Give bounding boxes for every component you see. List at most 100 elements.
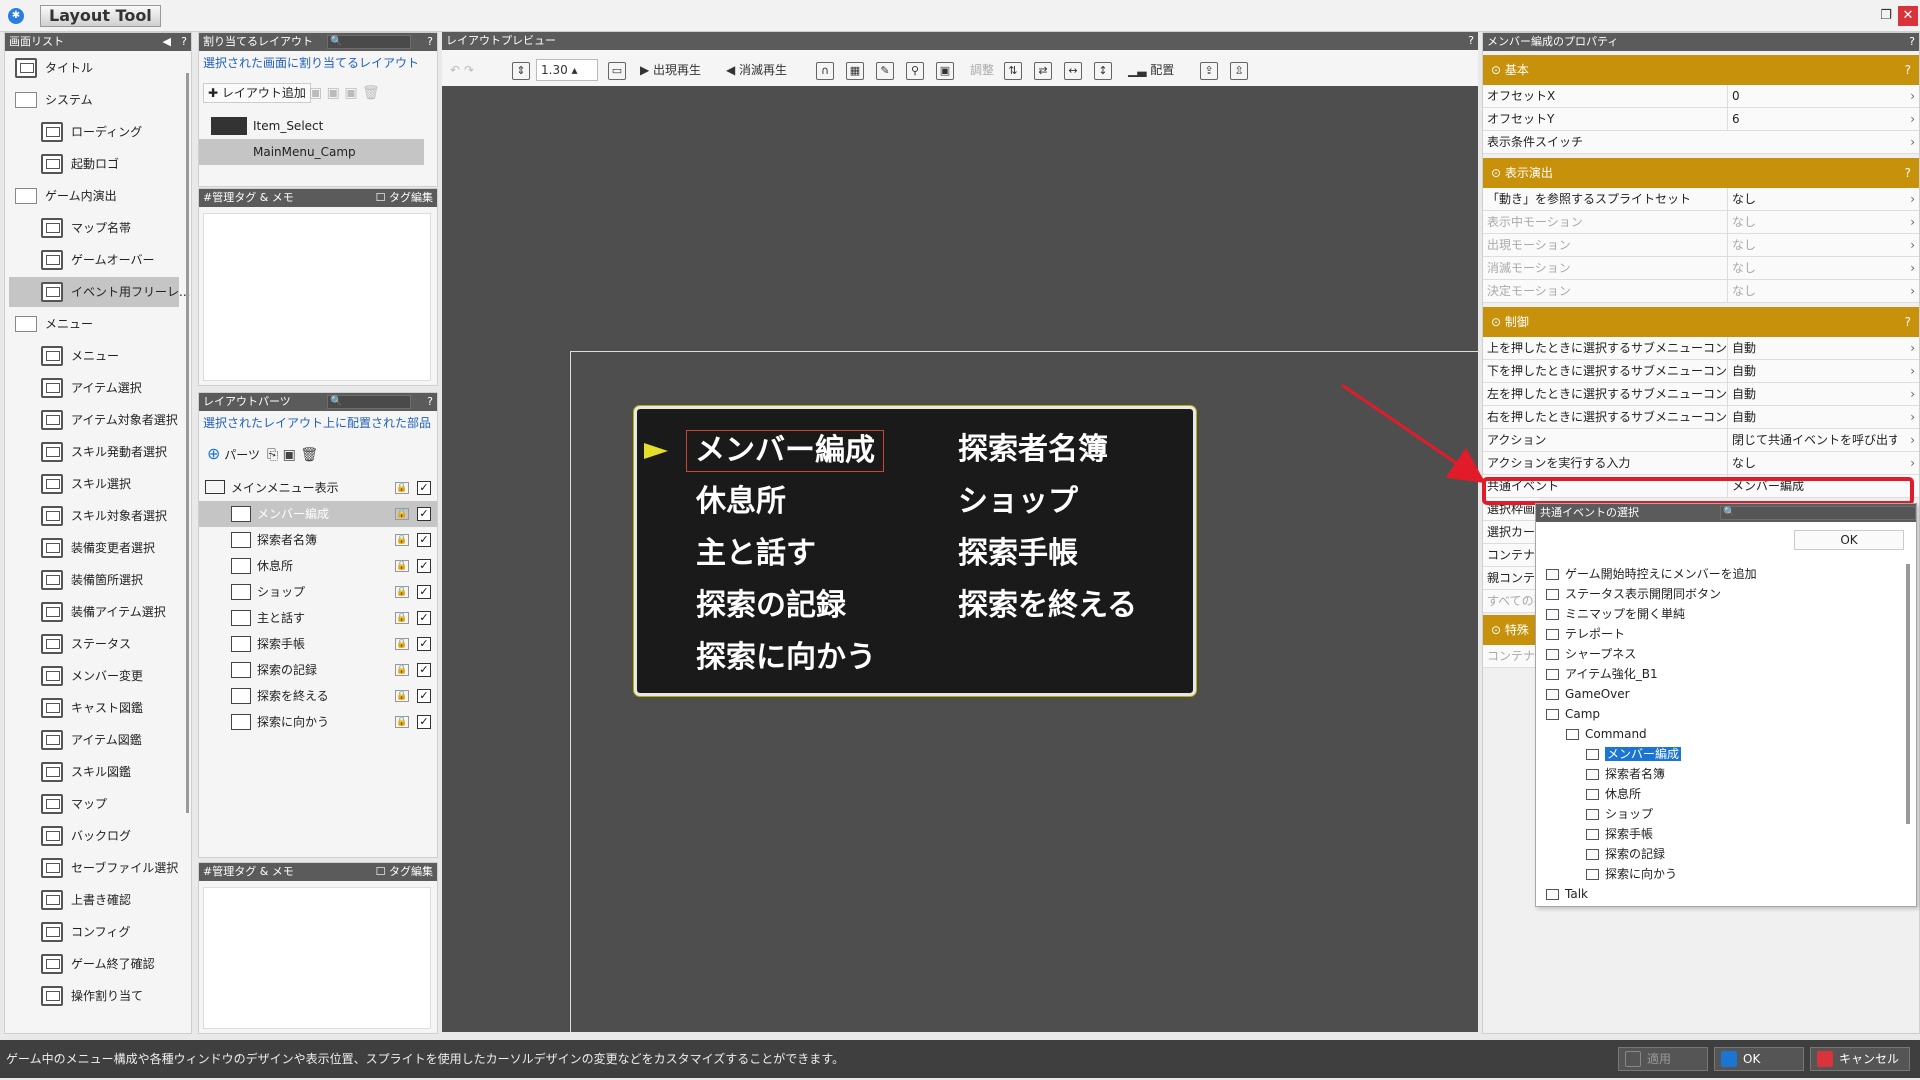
add-parts-button[interactable]: ⊕ パーツ xyxy=(203,445,264,465)
event-tree-item[interactable]: Camp xyxy=(1546,704,1600,724)
screen-list-item[interactable]: ゲーム内演出 xyxy=(9,181,179,211)
place-button[interactable]: ▁▃ 配置 xyxy=(1128,58,1174,82)
export-icon[interactable]: ⇫ xyxy=(1230,58,1248,82)
screen-list-item[interactable]: 装備箇所選択 xyxy=(9,565,179,595)
play-disappear-button[interactable]: ◀ 消滅再生 xyxy=(726,58,787,82)
parts-root-item[interactable]: メインメニュー表示 🔒 ✓ xyxy=(199,475,437,501)
screen-list-help-icon[interactable]: ? xyxy=(181,33,187,51)
preview-help-icon[interactable]: ? xyxy=(1468,32,1474,50)
screen-list-item[interactable]: アイテム図鑑 xyxy=(9,725,179,755)
parts-item[interactable]: 休息所 🔒 ✓ xyxy=(199,553,437,579)
event-tree-item[interactable]: 探索者名簿 xyxy=(1586,764,1665,784)
event-tree-item[interactable]: メンバー編成 xyxy=(1586,744,1682,764)
edit-arrow-icon[interactable]: › xyxy=(1910,280,1915,302)
menu-item-left[interactable]: 探索に向かう xyxy=(696,638,876,678)
event-tree-item[interactable]: アイテム強化_B1 xyxy=(1546,664,1658,684)
frame-icon[interactable]: ▣ xyxy=(936,58,954,82)
layout-parts-search-input[interactable]: 🔍 xyxy=(327,395,411,409)
edit-arrow-icon[interactable]: › xyxy=(1910,108,1915,130)
tag-edit-toggle-1[interactable]: ☐ タグ編集 xyxy=(376,189,433,207)
screen-list-item[interactable]: ローディング xyxy=(9,117,179,147)
parts-item[interactable]: 探索を終える 🔒 ✓ xyxy=(199,683,437,709)
screen-list-item[interactable]: 上書き確認 xyxy=(9,885,179,915)
screen-list-item[interactable]: システム xyxy=(9,85,179,115)
event-tree-item[interactable]: ショップ xyxy=(1586,804,1653,824)
layout-parts-help-icon[interactable]: ? xyxy=(427,393,433,411)
edit-arrow-icon[interactable]: › xyxy=(1910,211,1915,233)
import-icon[interactable]: ⇪ xyxy=(1200,58,1218,82)
play-appear-button[interactable]: ▶ 出現再生 xyxy=(640,58,701,82)
edit-arrow-icon[interactable]: › xyxy=(1910,257,1915,279)
event-tree-item[interactable]: ミニマップを開く単純 xyxy=(1546,604,1685,624)
property-row[interactable]: 「動き」を参照するスプライトセット なし › xyxy=(1483,188,1919,211)
add-layout-button[interactable]: ✚ レイアウト追加 xyxy=(203,83,311,103)
property-value[interactable]: 自動 xyxy=(1727,383,1897,405)
screen-list-item[interactable]: メニュー xyxy=(9,341,179,371)
event-tree-item[interactable]: シャープネス xyxy=(1546,644,1636,664)
fit-zoom-icon[interactable]: ⇕ xyxy=(512,58,530,82)
lock-icon[interactable]: 🔒 xyxy=(395,664,409,676)
undo-icon[interactable]: ↶ ↷ xyxy=(450,58,474,82)
property-value[interactable]: なし xyxy=(1727,211,1897,233)
menu-item-right[interactable]: ショップ xyxy=(958,482,1078,522)
screen-list-item[interactable]: マップ名帯 xyxy=(9,213,179,243)
properties-help-icon[interactable]: ? xyxy=(1909,33,1915,51)
screen-list-item[interactable]: 装備変更者選択 xyxy=(9,533,179,563)
property-value[interactable]: 自動 xyxy=(1727,406,1897,428)
screen-list-item[interactable]: ゲームオーバー xyxy=(9,245,179,275)
screen-list-item[interactable]: キャスト図鑑 xyxy=(9,693,179,723)
event-tree-item[interactable]: 探索手帳 xyxy=(1586,824,1653,844)
zoom-input[interactable]: 1.30 ▴ xyxy=(536,59,598,81)
screen-list-item[interactable]: メニュー xyxy=(9,309,179,339)
lock-icon[interactable]: 🔒 xyxy=(395,638,409,650)
menu-item-right[interactable]: 探索者名簿 xyxy=(958,430,1108,470)
tag-memo-textarea-1[interactable] xyxy=(203,213,431,381)
section-basic-help-icon[interactable]: ? xyxy=(1905,55,1911,85)
property-value[interactable]: なし xyxy=(1727,234,1897,256)
edit-arrow-icon[interactable]: › xyxy=(1910,188,1915,210)
property-row-obscured[interactable]: すべての要 xyxy=(1483,590,1546,613)
event-tree-item[interactable]: 休息所 xyxy=(1586,784,1641,804)
cancel-button[interactable]: キャンセル xyxy=(1810,1047,1910,1071)
screen-list-item[interactable]: スキル選択 xyxy=(9,469,179,499)
display-icon[interactable]: ▭ xyxy=(608,58,626,82)
popup-scrollbar[interactable] xyxy=(1906,564,1910,824)
close-window-button[interactable]: ✕ xyxy=(1898,6,1918,26)
screen-list-item[interactable]: 起動ロゴ xyxy=(9,149,179,179)
visible-checkbox[interactable]: ✓ xyxy=(417,585,431,599)
event-tree-item[interactable]: 探索に向かう xyxy=(1586,864,1677,884)
property-row[interactable]: 決定モーション なし › xyxy=(1483,280,1919,303)
popup-ok-button[interactable]: OK xyxy=(1794,530,1904,550)
property-row[interactable]: アクション 閉じて共通イベントを呼び出す › xyxy=(1483,429,1919,452)
section-control[interactable]: ⊙ 制御? xyxy=(1483,307,1919,337)
section-special[interactable]: ⊙ 特殊 xyxy=(1483,615,1539,645)
lock-icon[interactable]: 🔒 xyxy=(395,690,409,702)
property-value[interactable]: 自動 xyxy=(1727,337,1897,359)
assigned-layout-help-icon[interactable]: ? xyxy=(427,33,433,51)
property-row[interactable]: 上を押したときに選択するサブメニューコンテナ 自動 › xyxy=(1483,337,1919,360)
event-tree-item[interactable]: ステータス表示開閉同ボタン xyxy=(1546,584,1721,604)
visible-checkbox[interactable]: ✓ xyxy=(417,611,431,625)
edit-arrow-icon[interactable]: › xyxy=(1910,85,1915,107)
property-row[interactable]: 表示条件スイッチ › xyxy=(1483,131,1919,154)
pen-icon[interactable]: ✎ xyxy=(876,58,894,82)
property-value[interactable]: なし xyxy=(1727,452,1897,474)
section-effect-help-icon[interactable]: ? xyxy=(1905,158,1911,188)
visible-checkbox[interactable]: ✓ xyxy=(417,533,431,547)
screen-list-item[interactable]: バックログ xyxy=(9,821,179,851)
assigned-layout-item[interactable]: MainMenu_Camp xyxy=(199,139,424,165)
property-row[interactable]: 表示中モーション なし › xyxy=(1483,211,1919,234)
parts-item[interactable]: 探索の記録 🔒 ✓ xyxy=(199,657,437,683)
apply-button[interactable]: 適用 xyxy=(1618,1047,1708,1071)
visible-checkbox[interactable]: ✓ xyxy=(417,715,431,729)
event-tree-item[interactable]: GameOver xyxy=(1546,684,1630,704)
swap-vertical-icon[interactable]: ⇅ xyxy=(1004,58,1022,82)
section-basic[interactable]: ⊙ 基本? xyxy=(1483,55,1919,85)
visible-checkbox[interactable]: ✓ xyxy=(417,663,431,677)
parts-toolbar-icons[interactable]: ⎘ ▣ 🗑 xyxy=(267,447,318,463)
parts-item[interactable]: 探索者名簿 🔒 ✓ xyxy=(199,527,437,553)
event-tree-item[interactable]: Command xyxy=(1566,724,1647,744)
event-tree-item[interactable]: ゲーム開始時控えにメンバーを追加 xyxy=(1546,564,1757,584)
parts-item[interactable]: 主と話す 🔒 ✓ xyxy=(199,605,437,631)
property-value[interactable]: 6 xyxy=(1727,108,1897,130)
